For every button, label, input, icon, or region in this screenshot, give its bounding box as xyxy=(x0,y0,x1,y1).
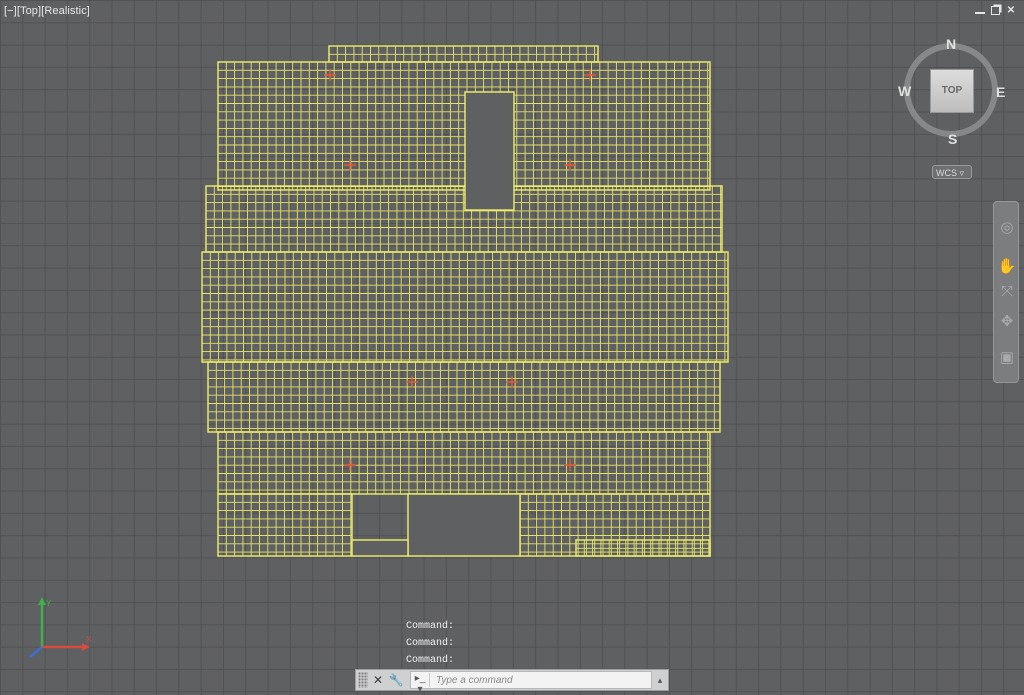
command-line-bar: ✕ 🔧 ▸_ ▾ ▴ xyxy=(355,669,669,695)
mesh-accent-mark xyxy=(344,459,356,471)
mesh-accent-mark xyxy=(564,459,576,471)
command-prompt-icon[interactable]: ▸_ ▾ xyxy=(411,673,430,695)
viewcube[interactable]: TOP N S W E xyxy=(898,36,1010,147)
command-history-line: Command: xyxy=(406,638,455,649)
mesh-opening xyxy=(464,91,515,211)
command-input-wrapper: ▸_ ▾ xyxy=(410,671,652,695)
command-history-line: Command: xyxy=(406,621,455,632)
compass-west[interactable]: W xyxy=(898,83,911,99)
mesh-region xyxy=(217,493,353,557)
zoom-extents-icon[interactable]: ⤧ xyxy=(997,282,1017,302)
mesh-region xyxy=(328,45,599,63)
floor-plan-mesh[interactable] xyxy=(0,0,1024,692)
mesh-opening xyxy=(351,539,409,557)
mesh-region xyxy=(217,61,711,191)
mesh-accent-mark xyxy=(584,69,596,81)
mesh-region xyxy=(205,185,723,253)
orbit-icon[interactable]: ✥ xyxy=(997,312,1017,332)
viewcube-top-face[interactable]: TOP xyxy=(930,69,974,113)
mesh-accent-mark xyxy=(406,376,418,388)
wcs-menu[interactable]: WCS ▿ xyxy=(932,165,972,179)
ucs-x-label: X xyxy=(86,635,92,644)
command-input[interactable] xyxy=(434,673,651,687)
mesh-region xyxy=(207,361,721,433)
ucs-y-label: Y xyxy=(46,599,52,608)
compass-east[interactable]: E xyxy=(996,84,1005,100)
steering-wheel-icon[interactable]: ◎ xyxy=(997,218,1017,238)
compass-north[interactable]: N xyxy=(946,36,956,52)
mesh-accent-mark xyxy=(506,376,518,388)
mesh-region xyxy=(217,431,711,495)
command-close-icon[interactable]: ✕ xyxy=(370,671,386,689)
command-history-toggle[interactable]: ▴ xyxy=(652,671,668,689)
navigation-bar: ◎ ✋ ⤧ ✥ ▣ xyxy=(993,201,1019,383)
mesh-region xyxy=(575,539,711,557)
pan-icon[interactable]: ✋ xyxy=(997,257,1017,277)
mesh-accent-mark xyxy=(564,159,576,171)
showmotion-icon[interactable]: ▣ xyxy=(997,348,1017,368)
compass-south[interactable]: S xyxy=(948,131,957,147)
mesh-accent-mark xyxy=(344,159,356,171)
mesh-region xyxy=(201,251,729,363)
customize-wrench-icon[interactable]: 🔧 xyxy=(388,671,404,689)
ucs-icon: Y X xyxy=(29,597,92,658)
command-history: Command: Command: Command: xyxy=(406,621,454,672)
mesh-opening xyxy=(407,493,521,557)
mesh-region xyxy=(519,493,711,557)
command-line-grip[interactable] xyxy=(358,672,368,688)
